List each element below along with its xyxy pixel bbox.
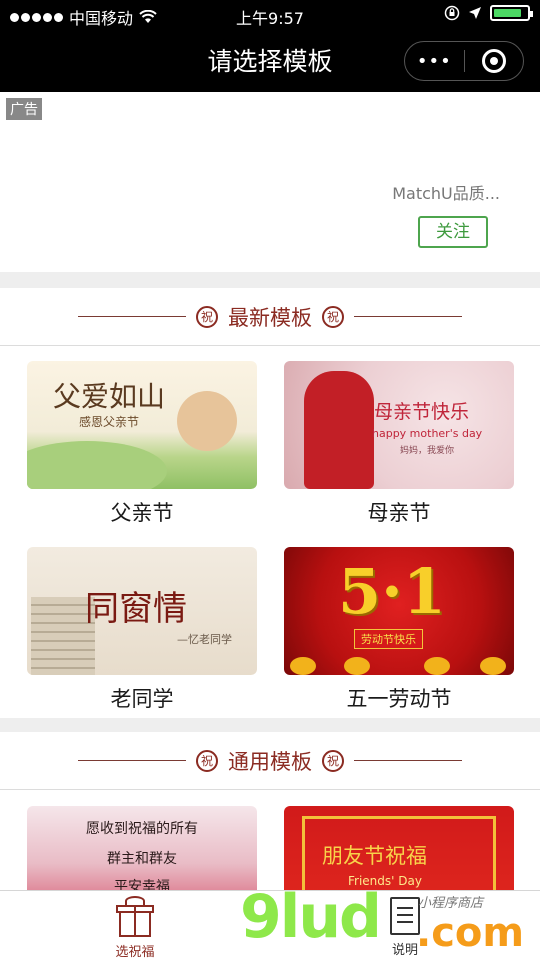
- thumbnail-title: 父爱如山: [53, 380, 166, 413]
- section-divider: [0, 718, 540, 732]
- thumbnail-subtitle: happy mother's day: [372, 427, 483, 440]
- template-label: 老同学: [110, 687, 174, 711]
- ad-brand-name: MatchU品质...: [392, 184, 500, 203]
- section-header-general: 祝 通用模板 祝: [0, 732, 540, 790]
- mini-program-capsule: •••: [404, 41, 524, 81]
- lantern-decoration: [424, 657, 450, 675]
- section-divider: [0, 272, 540, 288]
- status-icons: [444, 5, 533, 21]
- watermark: 9lud .com 小程序商店: [240, 882, 530, 960]
- template-card-labor-day[interactable]: 5·1 劳动节快乐 五一劳动节: [284, 547, 514, 713]
- watermark-logo: 9lud: [240, 882, 382, 952]
- lantern-decoration: [290, 657, 316, 675]
- location-icon: [469, 7, 481, 19]
- thumbnail-title: 朋友节祝福: [322, 844, 427, 868]
- ad-banner[interactable]: 广告 MatchU品质... 关注: [0, 92, 540, 272]
- blessing-badge-icon: 祝: [322, 306, 344, 328]
- template-label: 父亲节: [110, 501, 174, 525]
- close-mini-program-button[interactable]: [464, 49, 523, 73]
- thumbnail-subtitle: 感恩父亲节: [79, 415, 140, 429]
- close-circle-icon: [481, 49, 506, 73]
- gift-icon: [115, 896, 155, 937]
- section-title-group: 祝 最新模板 祝: [0, 302, 540, 332]
- thumbnail-caption: 妈妈，我爱你: [400, 446, 455, 456]
- thumbnail-sun: [177, 391, 237, 451]
- template-card-fathers-day[interactable]: 父爱如山 感恩父亲节 父亲节: [27, 361, 257, 527]
- thumbnail-title: 同窗情: [85, 589, 187, 629]
- thumbnail-line: 群主和群友: [107, 851, 177, 867]
- thumbnail-line: 愿收到祝福的所有: [86, 821, 198, 837]
- template-thumbnail: 同窗情 —忆老同学: [27, 547, 257, 675]
- thumbnail-subtitle: —忆老同学: [177, 633, 232, 646]
- thumbnail-title: 母亲节快乐: [374, 401, 470, 423]
- section-title-group: 祝 通用模板 祝: [0, 746, 540, 776]
- section-title: 最新模板: [228, 306, 312, 330]
- battery-icon: [490, 5, 533, 21]
- tab-choose-blessing[interactable]: 选祝福: [85, 896, 185, 960]
- template-thumbnail: 父爱如山 感恩父亲节: [27, 361, 257, 489]
- navigation-bar: 请选择模板 •••: [0, 30, 540, 92]
- battery-level: [494, 9, 522, 17]
- more-menu-button[interactable]: •••: [405, 51, 464, 72]
- blessing-badge-icon: 祝: [196, 750, 218, 772]
- section-title: 通用模板: [228, 750, 312, 774]
- ad-tag: 广告: [6, 98, 42, 120]
- thumbnail-banner: 劳动节快乐: [354, 629, 423, 649]
- rotation-lock-icon: [444, 5, 460, 21]
- tab-label: 选祝福: [115, 945, 155, 960]
- template-label: 五一劳动节: [346, 687, 452, 711]
- template-card-mothers-day[interactable]: 母亲节快乐 happy mother's day 妈妈，我爱你 母亲节: [284, 361, 514, 527]
- watermark-subtitle: 小程序商店: [418, 896, 484, 911]
- follow-button[interactable]: 关注: [418, 216, 488, 248]
- section-header-latest: 祝 最新模板 祝: [0, 288, 540, 346]
- template-thumbnail: 5·1 劳动节快乐: [284, 547, 514, 675]
- thumbnail-silhouette: [304, 371, 374, 489]
- lantern-decoration: [344, 657, 370, 675]
- template-thumbnail: 母亲节快乐 happy mother's day 妈妈，我爱你: [284, 361, 514, 489]
- thumbnail-title: 5·1: [338, 555, 446, 628]
- status-bar: 中国移动 上午9:57: [0, 0, 540, 30]
- blessing-badge-icon: 祝: [322, 750, 344, 772]
- watermark-suffix: .com: [416, 910, 525, 956]
- template-card-classmate[interactable]: 同窗情 —忆老同学 老同学: [27, 547, 257, 713]
- thumbnail-hill: [27, 441, 167, 489]
- lantern-decoration: [480, 657, 506, 675]
- blessing-badge-icon: 祝: [196, 306, 218, 328]
- template-label: 母亲节: [367, 501, 431, 525]
